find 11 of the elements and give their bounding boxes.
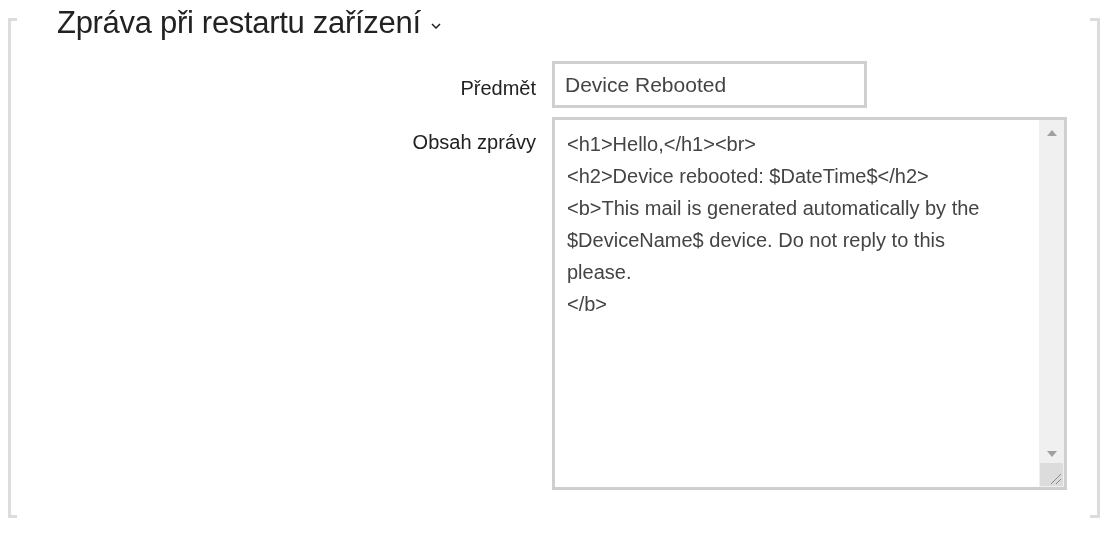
section-title[interactable]: Zpráva při restartu zařízení [57,0,421,47]
message-textarea[interactable]: <h1>Hello,</h1><br> <h2>Device rebooted: $DateTime$</h2> <b>This mail is generated automatically by the $DeviceName$ device. Do not reply to this please. </b> [552,117,1067,490]
message-text: <h1>Hello,</h1><br> <h2>Device rebooted: $DateTime$</h2> <b>This mail is generated automatically by the $DeviceName$ device. Do not reply to this please. </b> [566,132,981,317]
resize-grip-icon[interactable] [1040,463,1063,486]
subject-field[interactable]: Device Rebooted [552,61,867,108]
field-label: Obsah zprávy [411,130,537,155]
scrollbar[interactable] [1039,120,1064,487]
scroll-down-icon[interactable] [1047,451,1057,457]
scroll-up-icon[interactable] [1047,130,1057,136]
chevron-down-icon[interactable] [430,23,441,29]
field-label: Předmět [459,76,537,101]
